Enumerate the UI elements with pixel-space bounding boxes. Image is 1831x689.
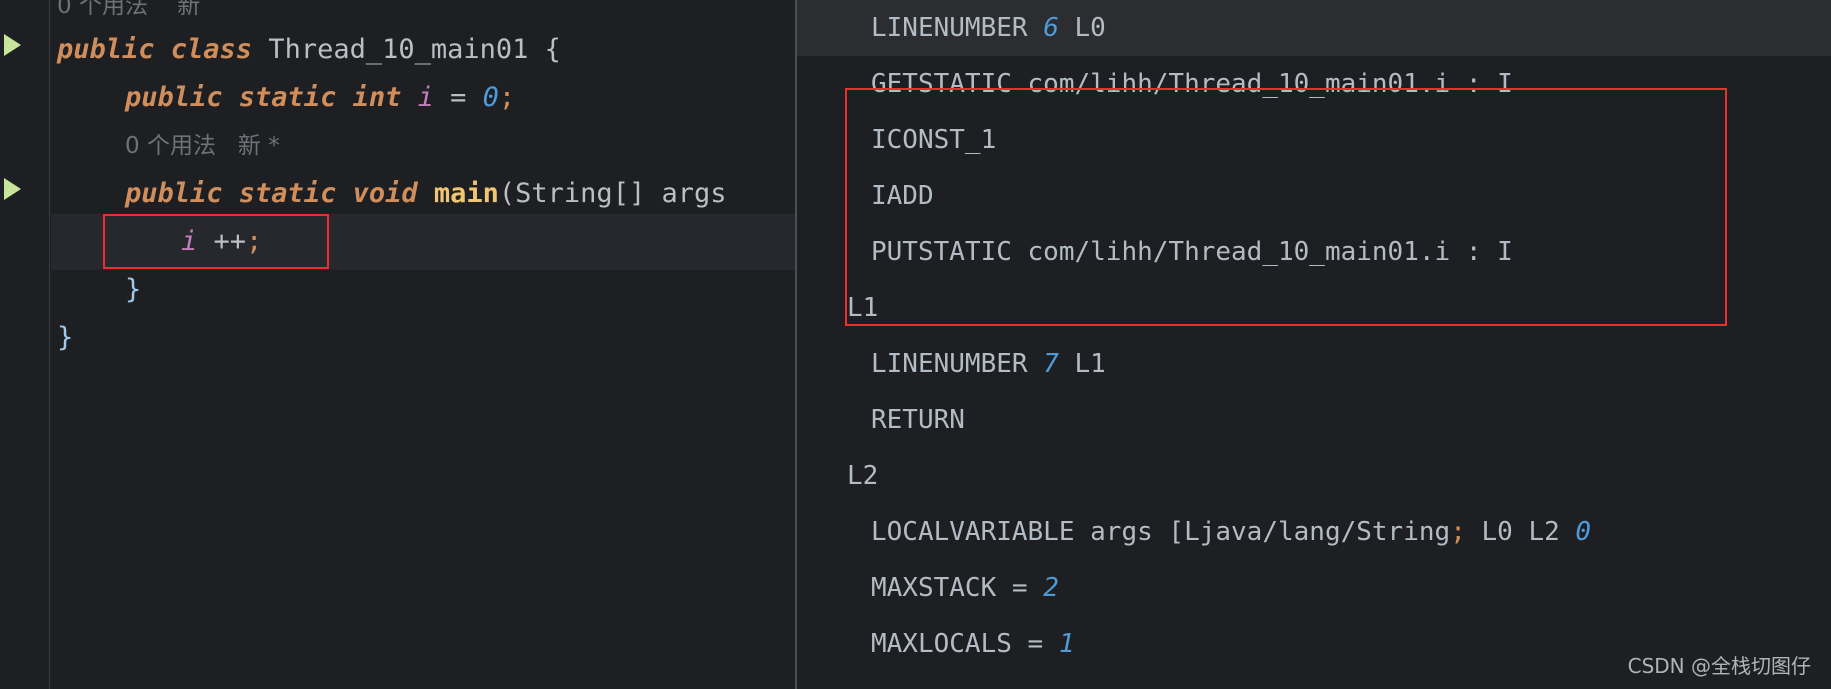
code-token: String[]	[515, 178, 661, 209]
run-arrow-icon[interactable]	[4, 178, 21, 200]
bytecode-token: L0 L2	[1466, 517, 1576, 547]
bytecode-token: LOCALVARIABLE args [Ljava/lang/String	[871, 517, 1450, 547]
bytecode-token: 0	[1575, 517, 1591, 547]
code-line-close-class[interactable]: }	[51, 310, 795, 366]
code-token: main	[434, 178, 499, 209]
code-line-usage-hint-method[interactable]: 0 个用法 新 *	[51, 124, 795, 168]
bytecode-line-maxstack[interactable]: MAXSTACK = 2	[797, 560, 1831, 616]
code-token: i	[181, 226, 197, 257]
bytecode-token: L2	[847, 461, 878, 491]
editor-gutter[interactable]	[0, 0, 50, 689]
bytecode-line-iconst-1[interactable]: ICONST_1	[797, 112, 1831, 168]
bytecode-token: L1	[1059, 349, 1106, 379]
bytecode-token: L0	[1059, 13, 1106, 43]
bytecode-line-label-l1[interactable]: L1	[797, 280, 1831, 336]
bytecode-token: 6	[1043, 13, 1059, 43]
ide-window: 0 个用法 新public class Thread_10_main01 {pu…	[0, 0, 1831, 689]
bytecode-token: 7	[1043, 349, 1059, 379]
code-token: i	[418, 82, 434, 113]
bytecode-token: 1	[1059, 629, 1075, 659]
code-token: public static void	[125, 178, 434, 209]
run-arrow-icon[interactable]	[4, 34, 21, 56]
bytecode-token: L1	[847, 293, 878, 323]
bytecode-token: RETURN	[871, 405, 965, 435]
bytecode-line-iadd[interactable]: IADD	[797, 168, 1831, 224]
code-token: =	[434, 82, 483, 113]
code-token: public static int	[125, 82, 418, 113]
code-token: 0	[483, 82, 499, 113]
bytecode-token: GETSTATIC com/lihh/Thread_10_main01.i : …	[871, 69, 1513, 99]
code-token: ;	[246, 226, 262, 257]
code-token: Thread_10_main01	[268, 34, 544, 65]
bytecode-token: 2	[1043, 573, 1059, 603]
bytecode-line-return[interactable]: RETURN	[797, 392, 1831, 448]
bytecode-line-getstatic[interactable]: GETSTATIC com/lihh/Thread_10_main01.i : …	[797, 56, 1831, 112]
java-source-editor[interactable]: 0 个用法 新public class Thread_10_main01 {pu…	[0, 0, 795, 689]
code-token: }	[57, 322, 73, 353]
code-line-field-decl[interactable]: public static int i = 0;	[51, 70, 795, 126]
bytecode-line-label-l2[interactable]: L2	[797, 448, 1831, 504]
editor-code-area[interactable]: 0 个用法 新public class Thread_10_main01 {pu…	[51, 0, 795, 689]
code-token: args	[661, 178, 726, 209]
bytecode-token: MAXLOCALS =	[871, 629, 1059, 659]
bytecode-line-putstatic[interactable]: PUTSTATIC com/lihh/Thread_10_main01.i : …	[797, 224, 1831, 280]
code-token: ;	[499, 82, 515, 113]
code-token: public class	[57, 34, 268, 65]
bytecode-token: IADD	[871, 181, 934, 211]
bytecode-line-linenumber-7[interactable]: LINENUMBER 7 L1	[797, 336, 1831, 392]
watermark-label: CSDN @全栈切图仔	[1628, 650, 1811, 679]
bytecode-token: MAXSTACK =	[871, 573, 1043, 603]
bytecode-token: ICONST_1	[871, 125, 996, 155]
bytecode-line-localvariable[interactable]: LOCALVARIABLE args [Ljava/lang/String; L…	[797, 504, 1831, 560]
code-token: (	[499, 178, 515, 209]
bytecode-token: ;	[1450, 517, 1466, 547]
code-token: }	[125, 274, 141, 305]
bytecode-token: LINENUMBER	[871, 349, 1043, 379]
code-token: {	[545, 34, 561, 65]
bytecode-token: PUTSTATIC com/lihh/Thread_10_main01.i : …	[871, 237, 1513, 267]
bytecode-line-linenumber-6[interactable]: LINENUMBER 6 L0	[797, 0, 1831, 56]
bytecode-viewer-panel[interactable]: LINENUMBER 6 L0 GETSTATIC com/lihh/Thread…	[797, 0, 1831, 689]
bytecode-token: LINENUMBER	[871, 13, 1043, 43]
code-token: ++	[197, 226, 246, 257]
